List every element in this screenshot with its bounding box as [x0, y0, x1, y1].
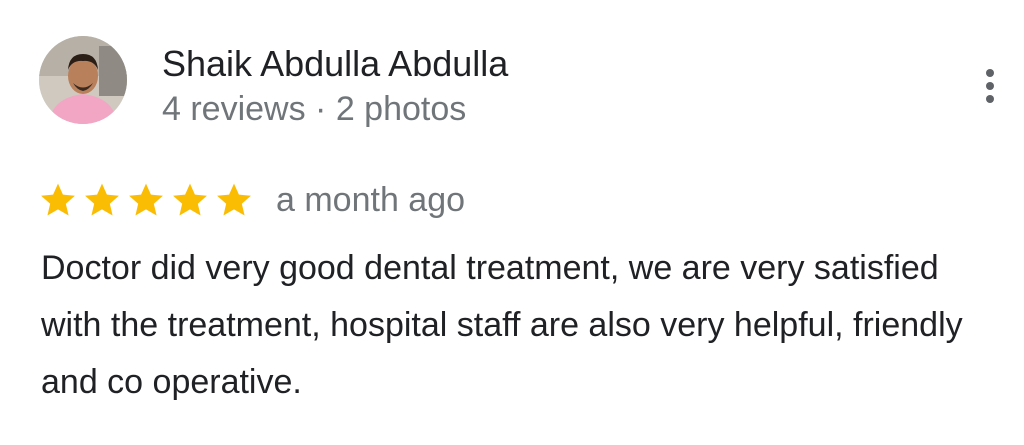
review-text: Doctor did very good dental treatment, w… — [41, 249, 963, 401]
reviewer-name[interactable]: Shaik Abdulla Abdulla — [162, 42, 508, 86]
avatar-photo-icon — [39, 36, 127, 124]
star-icon — [173, 183, 207, 216]
rating-row: a month ago — [38, 176, 465, 224]
review-time: a month ago — [276, 181, 466, 219]
star-icon — [85, 183, 119, 216]
reviewer-avatar[interactable] — [39, 36, 127, 124]
review-card: Shaik Abdulla Abdulla 4 reviews · 2 phot… — [0, 0, 1024, 445]
reviewer-meta[interactable]: 4 reviews · 2 photos — [162, 88, 466, 130]
star-icon — [217, 183, 251, 216]
star-rating — [38, 180, 254, 220]
more-vert-icon — [986, 69, 994, 103]
star-icon — [41, 183, 75, 216]
more-options-button[interactable] — [970, 64, 1010, 108]
star-icon — [129, 183, 163, 216]
